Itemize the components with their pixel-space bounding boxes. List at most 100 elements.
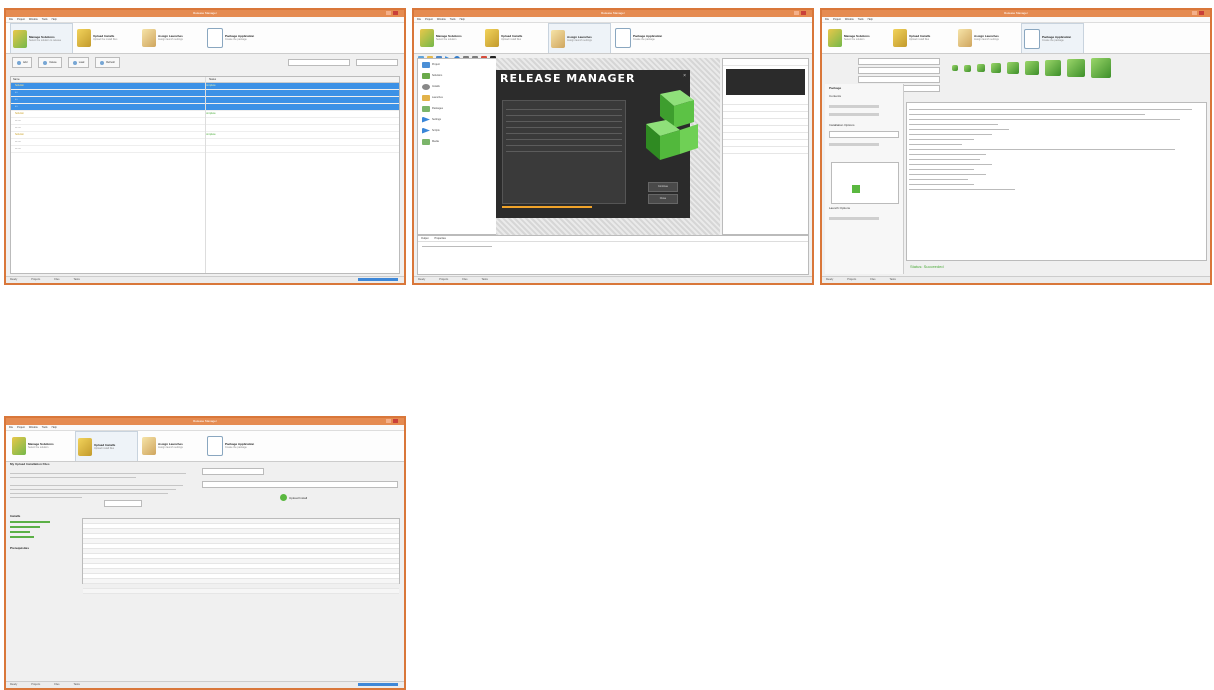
column-status[interactable]: Status xyxy=(207,77,216,82)
close-button[interactable] xyxy=(393,11,398,15)
package-size-icon[interactable] xyxy=(991,63,1001,73)
menu-project[interactable]: Project xyxy=(425,17,433,22)
status-files: Files xyxy=(462,278,468,281)
install-path-input[interactable] xyxy=(202,468,264,475)
close-button[interactable] xyxy=(801,11,806,15)
menu-help[interactable]: Help xyxy=(52,17,57,22)
install-type-select[interactable] xyxy=(202,481,398,488)
tree-item[interactable]: Settings xyxy=(418,114,496,125)
close-icon[interactable]: × xyxy=(683,73,686,79)
package-author-input[interactable] xyxy=(858,76,940,83)
step-assign-launches[interactable]: Assign Launches Assign launch settings xyxy=(140,431,203,461)
menu-tools[interactable]: Tools xyxy=(450,17,456,22)
package-version-input[interactable] xyxy=(858,67,940,74)
close-button[interactable] xyxy=(393,419,398,423)
delete-button[interactable]: Delete xyxy=(38,57,62,68)
step-upload-installs[interactable]: Upload Installs Upload install files xyxy=(483,23,546,53)
tree-item[interactable]: Solutions xyxy=(418,70,496,81)
menu-project[interactable]: Project xyxy=(833,17,841,22)
package-size-icon[interactable] xyxy=(1007,62,1019,74)
step-subtitle: Upload install files xyxy=(909,38,930,41)
refresh-button[interactable]: Refresh xyxy=(95,57,121,68)
step-manage-solutions[interactable]: Manage Solutions Select the solution xyxy=(826,23,889,53)
menu-window[interactable]: Window xyxy=(437,17,446,22)
step-upload-installs[interactable]: Upload Installs Upload install files xyxy=(75,431,138,461)
step-manage-solutions[interactable]: Manage Solutions Select the solution to r… xyxy=(10,23,73,53)
step-package-application[interactable]: Package Application Create the package xyxy=(205,23,268,53)
package-size-icon[interactable] xyxy=(1067,59,1085,77)
tree-item[interactable]: Media xyxy=(418,136,496,147)
wizard-steps: Manage Solutions Select the solution to r… xyxy=(6,23,404,54)
tree-item[interactable]: Installs xyxy=(418,81,496,92)
tree-item[interactable]: Project xyxy=(418,59,496,70)
tree-item[interactable]: Scripts xyxy=(418,125,496,136)
menu-help[interactable]: Help xyxy=(460,17,465,22)
tab-output[interactable]: Output xyxy=(421,237,429,240)
package-size-icon[interactable] xyxy=(1045,60,1061,76)
step-assign-launches[interactable]: Assign Launches Assign launch settings xyxy=(548,23,611,53)
install-option-select[interactable] xyxy=(829,131,899,138)
tree-item[interactable]: Packages xyxy=(418,103,496,114)
menu-project[interactable]: Project xyxy=(17,425,25,430)
step-assign-launches[interactable]: Assign Launches Assign launch settings xyxy=(140,23,203,53)
package-size-icon[interactable] xyxy=(952,65,958,71)
step-upload-installs[interactable]: Upload Installs Upload the install files xyxy=(75,23,138,53)
tab-properties[interactable]: Properties xyxy=(435,237,446,240)
wizard-steps: Manage Solutions Select the solution Uplo… xyxy=(414,23,812,54)
minimize-button[interactable] xyxy=(1192,11,1197,15)
menu-tools[interactable]: Tools xyxy=(858,17,864,22)
table-row[interactable] xyxy=(83,589,399,594)
step-manage-solutions[interactable]: Manage Solutions Select the solution xyxy=(418,23,481,53)
nav-link[interactable] xyxy=(10,521,50,523)
step-package-application[interactable]: Package Application Create the package xyxy=(613,23,676,53)
menu-file[interactable]: File xyxy=(417,17,421,22)
load-label: Load xyxy=(78,61,85,64)
tree-item[interactable]: Launches xyxy=(418,92,496,103)
step-package-application[interactable]: Package Application Create the package xyxy=(1021,23,1084,53)
menu-project[interactable]: Project xyxy=(17,17,25,22)
package-name-input[interactable] xyxy=(858,58,940,65)
nav-link[interactable] xyxy=(10,526,40,528)
nav-link[interactable] xyxy=(10,531,30,533)
menu-tools[interactable]: Tools xyxy=(42,17,48,22)
step-subtitle: Create the package xyxy=(225,446,247,449)
close-button[interactable]: Close xyxy=(648,194,678,204)
minimize-button[interactable] xyxy=(386,11,391,15)
upload-install-button[interactable]: Upload Install xyxy=(280,494,400,501)
package-size-icon[interactable] xyxy=(964,64,971,72)
load-button[interactable]: Load xyxy=(67,57,90,68)
filter-input[interactable] xyxy=(104,500,142,507)
add-button[interactable]: Add xyxy=(12,57,33,68)
menu-window[interactable]: Window xyxy=(29,425,38,430)
menu-window[interactable]: Window xyxy=(845,17,854,22)
continue-button[interactable]: Continue xyxy=(648,182,678,192)
nav-link[interactable] xyxy=(10,536,34,538)
menu-file[interactable]: File xyxy=(9,17,13,22)
package-size-icon[interactable] xyxy=(977,64,985,72)
close-button[interactable] xyxy=(1199,11,1204,15)
step-assign-launches[interactable]: Assign Launches Assign launch settings xyxy=(956,23,1019,53)
menu-help[interactable]: Help xyxy=(868,17,873,22)
filter-input[interactable] xyxy=(288,59,350,66)
step-manage-solutions[interactable]: Manage Solutions Select the solution xyxy=(10,431,73,461)
column-name[interactable]: Name xyxy=(11,77,207,82)
package-size-icon[interactable] xyxy=(1025,61,1039,75)
status-files: Files xyxy=(870,278,876,281)
search-input[interactable] xyxy=(356,59,398,66)
menu-window[interactable]: Window xyxy=(29,17,38,22)
step-upload-installs[interactable]: Upload Installs Upload install files xyxy=(891,23,954,53)
upload-icon xyxy=(77,29,91,47)
menu-help[interactable]: Help xyxy=(52,425,57,430)
menu-tools[interactable]: Tools xyxy=(42,425,48,430)
package-size-icon[interactable] xyxy=(1091,58,1111,78)
monitor-icon xyxy=(422,105,430,112)
section-package: Package xyxy=(829,86,842,90)
menu-file[interactable]: File xyxy=(9,425,13,430)
nav-label-installs: Installs xyxy=(10,514,21,518)
minimize-button[interactable] xyxy=(386,419,391,423)
status-bar: Ready Projects Files Tasks xyxy=(6,276,404,283)
step-package-application[interactable]: Package Application Create the package xyxy=(205,431,268,461)
minimize-button[interactable] xyxy=(794,11,799,15)
project-tree: Project Solutions Installs Launches Pack… xyxy=(417,58,497,235)
menu-file[interactable]: File xyxy=(825,17,829,22)
